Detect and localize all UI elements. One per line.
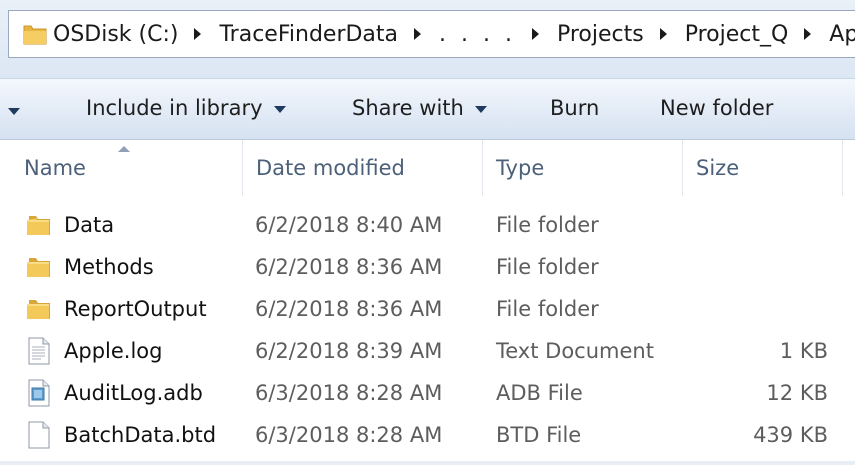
- file-row-auditlog[interactable]: AuditLog.adb 6/3/2018 8:28 AM ADB File 1…: [0, 372, 855, 414]
- file-size: [680, 288, 828, 330]
- folder-icon: [24, 288, 54, 330]
- column-header-date-modified[interactable]: Date modified: [243, 140, 483, 196]
- file-size: 12 KB: [766, 381, 828, 405]
- file-type: File folder: [496, 255, 599, 279]
- breadcrumb-separator-icon[interactable]: [659, 28, 667, 40]
- file-name: Methods: [64, 255, 154, 279]
- column-header-type-label: Type: [496, 156, 545, 180]
- file-date: 6/2/2018 8:36 AM: [255, 297, 443, 321]
- column-header-type[interactable]: Type: [483, 140, 683, 196]
- new-folder-button[interactable]: New folder: [660, 96, 773, 120]
- file-type: ADB File: [496, 381, 583, 405]
- column-header-date-label: Date modified: [256, 156, 405, 180]
- file-type: File folder: [496, 297, 599, 321]
- file-date: 6/3/2018 8:28 AM: [255, 381, 443, 405]
- adb-file-icon: [24, 372, 54, 414]
- file-row-apple-log[interactable]: Apple.log 6/2/2018 8:39 AM Text Document…: [0, 330, 855, 372]
- file-name: AuditLog.adb: [64, 381, 203, 405]
- text-document-icon: [24, 330, 54, 372]
- breadcrumb-separator-icon[interactable]: [531, 28, 539, 40]
- column-header-size[interactable]: Size: [683, 140, 843, 196]
- chevron-down-icon: [474, 105, 487, 113]
- chevron-down-icon[interactable]: [8, 108, 20, 115]
- divider: [0, 461, 855, 465]
- file-list: Data 6/2/2018 8:40 AM File folder Method…: [0, 204, 855, 456]
- file-date: 6/2/2018 8:36 AM: [255, 255, 443, 279]
- breadcrumb-ellipsis[interactable]: . . . .: [437, 22, 518, 47]
- include-in-library-button[interactable]: Include in library: [86, 96, 286, 120]
- file-row-batchdata[interactable]: BatchData.btd 6/3/2018 8:28 AM BTD File …: [0, 414, 855, 456]
- file-name: ReportOutput: [64, 297, 207, 321]
- file-size: 1 KB: [779, 339, 828, 363]
- share-with-button[interactable]: Share with: [352, 96, 487, 120]
- command-bar: Include in library Share with Burn New f…: [0, 78, 855, 140]
- file-name: Apple.log: [64, 339, 163, 363]
- file-size: [680, 204, 828, 246]
- breadcrumb-projects[interactable]: Projects: [555, 22, 646, 47]
- breadcrumb-separator-icon[interactable]: [194, 28, 202, 40]
- new-folder-label: New folder: [660, 96, 774, 120]
- file-date: 6/3/2018 8:28 AM: [255, 423, 443, 447]
- include-in-library-label: Include in library: [86, 96, 263, 120]
- sort-ascending-icon: [118, 146, 130, 152]
- folder-icon: [24, 204, 54, 246]
- file-name: BatchData.btd: [64, 423, 217, 447]
- file-date: 6/2/2018 8:40 AM: [255, 213, 443, 237]
- file-size: 439 KB: [753, 423, 828, 447]
- file-date: 6/2/2018 8:39 AM: [255, 339, 443, 363]
- column-header-size-label: Size: [696, 156, 740, 180]
- file-row-reportoutput[interactable]: ReportOutput 6/2/2018 8:36 AM File folde…: [0, 288, 855, 330]
- folder-icon: [24, 246, 54, 288]
- file-type: Text Document: [496, 339, 654, 363]
- folder-icon: [23, 23, 47, 49]
- share-with-label: Share with: [352, 96, 464, 120]
- burn-label: Burn: [550, 96, 600, 120]
- column-header-name-label: Name: [24, 156, 86, 180]
- breadcrumb: OSDisk (C:) TraceFinderData . . . . Proj…: [51, 11, 855, 57]
- breadcrumb-separator-icon[interactable]: [414, 28, 422, 40]
- breadcrumb-tracefinderdata[interactable]: TraceFinderData: [217, 22, 400, 47]
- column-header-name[interactable]: Name: [0, 140, 243, 196]
- column-header-row: Name Date modified Type Size: [0, 140, 855, 196]
- chevron-down-icon: [273, 105, 286, 113]
- burn-button[interactable]: Burn: [550, 96, 599, 120]
- file-type: File folder: [496, 213, 599, 237]
- file-name: Data: [64, 213, 115, 237]
- address-bar[interactable]: OSDisk (C:) TraceFinderData . . . . Proj…: [8, 10, 855, 58]
- address-bar-area: OSDisk (C:) TraceFinderData . . . . Proj…: [0, 0, 855, 78]
- file-row-methods[interactable]: Methods 6/2/2018 8:36 AM File folder: [0, 246, 855, 288]
- file-size: [680, 246, 828, 288]
- breadcrumb-osdisk[interactable]: OSDisk (C:): [51, 22, 180, 47]
- blank-file-icon: [24, 414, 54, 456]
- file-type: BTD File: [496, 423, 582, 447]
- file-row-data[interactable]: Data 6/2/2018 8:40 AM File folder: [0, 204, 855, 246]
- breadcrumb-project-q[interactable]: Project_Q: [683, 22, 791, 47]
- breadcrumb-separator-icon[interactable]: [804, 28, 812, 40]
- breadcrumb-apple[interactable]: Apple: [827, 22, 855, 47]
